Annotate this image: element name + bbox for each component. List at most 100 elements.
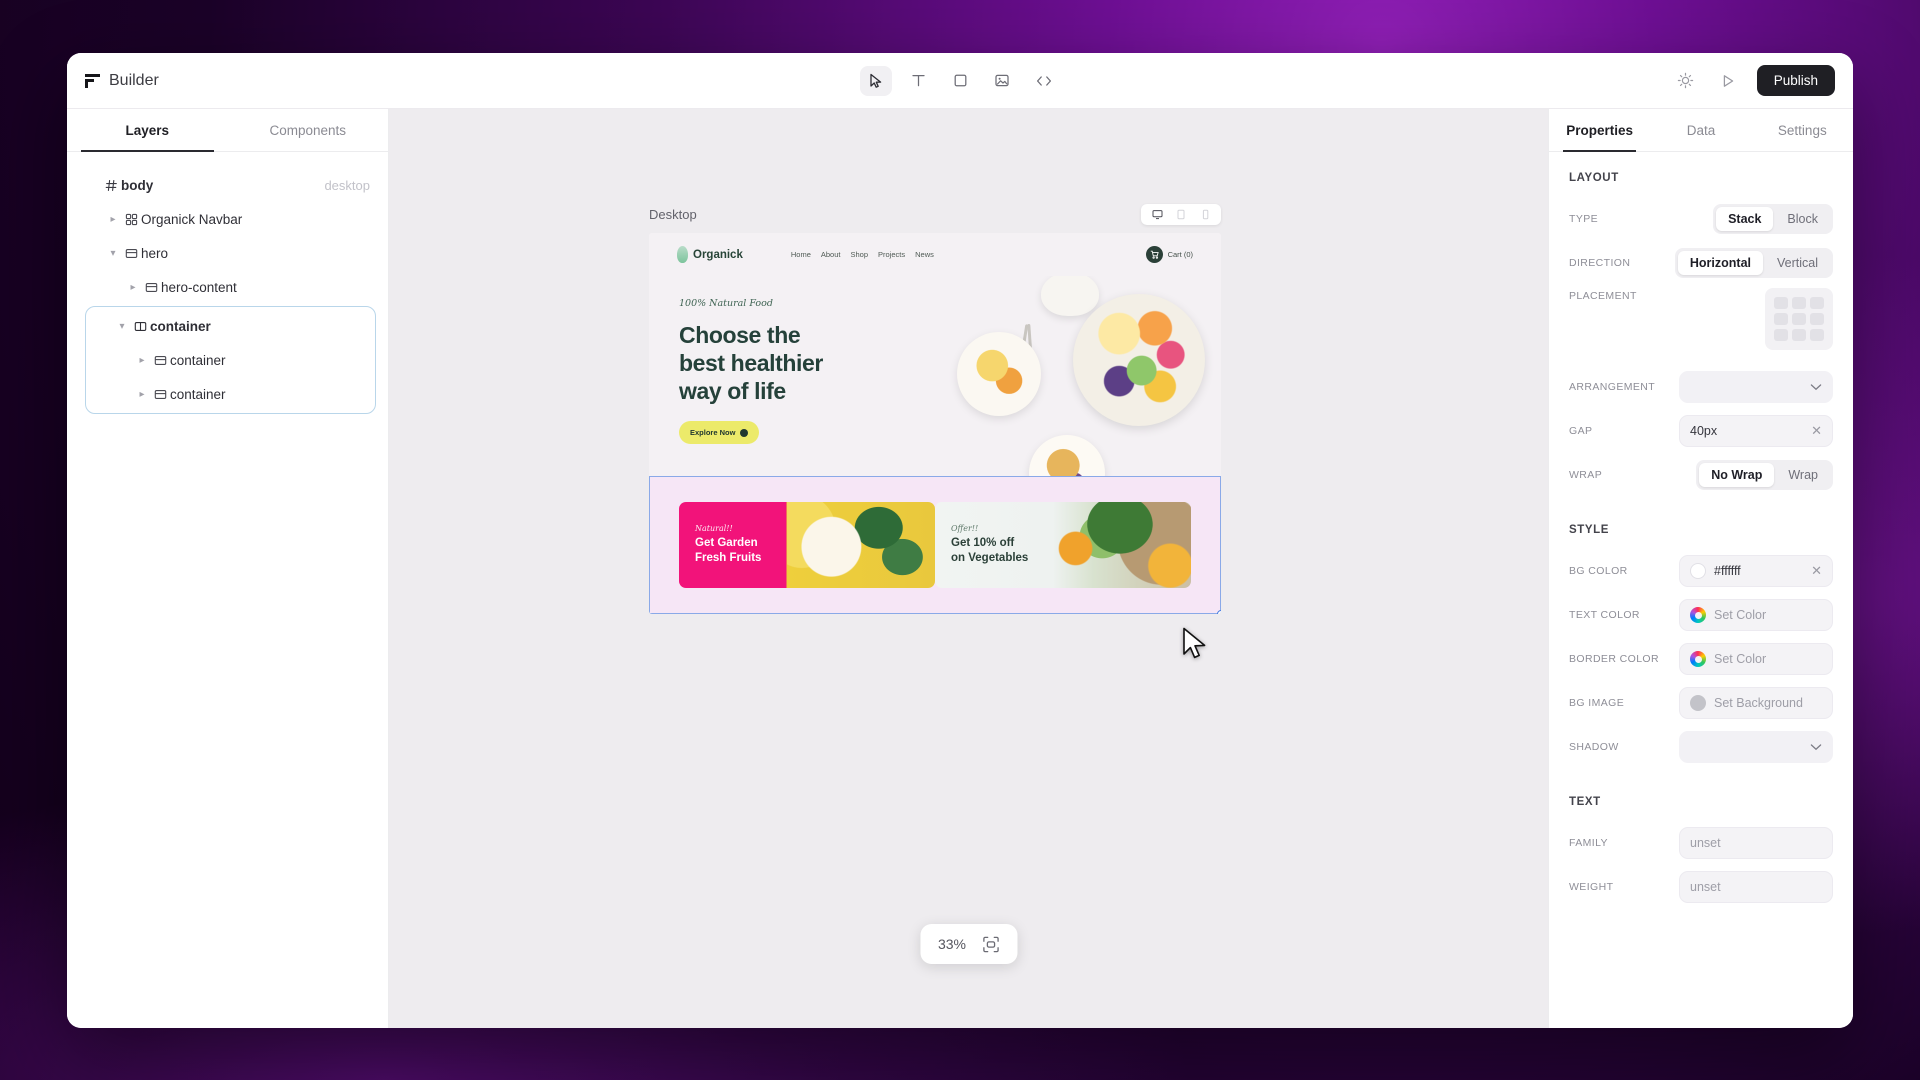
text-color-input[interactable]: Set Color	[1679, 599, 1833, 631]
image-icon	[995, 74, 1009, 87]
placement-cell[interactable]	[1774, 313, 1788, 325]
zoom-level-label[interactable]: 33%	[938, 936, 966, 952]
rectangle-tool[interactable]	[944, 66, 976, 96]
tablet-icon[interactable]	[1170, 207, 1192, 222]
nav-link-shop[interactable]: Shop	[850, 250, 868, 259]
shadow-select[interactable]	[1679, 731, 1833, 763]
placement-cell[interactable]	[1792, 297, 1806, 309]
nav-link-projects[interactable]: Projects	[878, 250, 905, 259]
layer-tree: body desktop ▸ Organick Navbar ▾ hero ▸ …	[67, 152, 388, 414]
arrangement-select[interactable]	[1679, 371, 1833, 403]
placement-cell[interactable]	[1774, 297, 1788, 309]
direction-option-horizontal[interactable]: Horizontal	[1677, 251, 1763, 275]
placement-cell[interactable]	[1810, 297, 1824, 309]
selected-container[interactable]: Natural!! Get Garden Fresh Fruits Offer!…	[649, 476, 1221, 614]
artboard[interactable]: Organick Home About Shop Projects News C…	[649, 233, 1221, 614]
font-family-input[interactable]: unset	[1679, 827, 1833, 859]
shopping-cart-icon	[1145, 246, 1163, 263]
theme-toggle-button[interactable]	[1673, 68, 1699, 94]
explore-now-button[interactable]: Explore Now	[679, 421, 760, 445]
chevron-right-icon[interactable]: ▸	[134, 389, 150, 400]
type-option-stack[interactable]: Stack	[1716, 207, 1774, 231]
bg-image-label: BG IMAGE	[1569, 697, 1625, 709]
type-option-block[interactable]: Block	[1775, 207, 1830, 231]
mouse-cursor	[1183, 627, 1206, 659]
select-tool[interactable]	[860, 65, 892, 96]
gap-input[interactable]: 40px ✕	[1679, 415, 1833, 447]
color-wheel-icon[interactable]	[1690, 651, 1706, 667]
cart-block[interactable]: Cart (0)	[1145, 246, 1193, 263]
direction-option-vertical[interactable]: Vertical	[1765, 251, 1830, 275]
text-t-icon	[911, 74, 925, 87]
tool-cluster	[860, 65, 1060, 96]
type-segmented-control: Stack Block	[1713, 204, 1833, 234]
canvas-area[interactable]: Desktop Organick Home About Shop Project…	[389, 109, 1548, 1028]
properties-scroll: LAYOUT TYPE Stack Block DIRECTION Horizo…	[1549, 152, 1853, 1028]
chevron-right-icon[interactable]: ▸	[105, 214, 121, 225]
wrap-option-no-wrap[interactable]: No Wrap	[1699, 463, 1775, 487]
layer-row-container-selected[interactable]: ▾ container	[106, 309, 375, 343]
layer-row-container-child-1[interactable]: ▸ container	[126, 343, 375, 377]
gap-label: GAP	[1569, 425, 1593, 437]
chevron-down-icon[interactable]: ▾	[114, 321, 130, 332]
tab-layers[interactable]: Layers	[67, 109, 228, 152]
chevron-right-icon[interactable]: ▸	[125, 282, 141, 293]
chevron-down-icon[interactable]: ▾	[105, 248, 121, 259]
app-body: Layers Components body desktop ▸ Organic…	[67, 109, 1853, 1028]
placement-cell[interactable]	[1792, 329, 1806, 341]
tab-data[interactable]: Data	[1650, 109, 1751, 151]
promo-vegetable-image	[1042, 502, 1191, 588]
font-weight-label: WEIGHT	[1569, 881, 1614, 893]
resize-handle-bottom-right[interactable]	[1217, 610, 1221, 614]
nav-link-home[interactable]: Home	[791, 250, 811, 259]
publish-button[interactable]: Publish	[1756, 65, 1835, 96]
tab-components[interactable]: Components	[228, 109, 389, 151]
font-weight-row: WEIGHT unset	[1569, 868, 1833, 906]
layer-row-organick-navbar[interactable]: ▸ Organick Navbar	[97, 202, 378, 236]
hero-section[interactable]: 100% Natural Food Choose the best health…	[649, 276, 1221, 476]
artboard-label: Desktop	[649, 206, 697, 222]
zoom-control: 33%	[919, 924, 1018, 964]
placement-cell[interactable]	[1792, 313, 1806, 325]
bg-color-input[interactable]: #ffffff ✕	[1679, 555, 1833, 587]
placement-cell[interactable]	[1810, 329, 1824, 341]
nav-link-news[interactable]: News	[915, 250, 934, 259]
hero-eyebrow: 100% Natural Food	[679, 298, 773, 309]
nav-link-about[interactable]: About	[821, 250, 841, 259]
image-swatch-icon[interactable]	[1690, 695, 1706, 711]
placement-cell[interactable]	[1774, 329, 1788, 341]
promo-card-vegetables[interactable]: Offer!! Get 10% off on Vegetables	[935, 502, 1191, 588]
border-color-row: BORDER COLOR Set Color	[1569, 640, 1833, 678]
clear-bg-color-icon[interactable]: ✕	[1811, 563, 1822, 579]
promo-card-fruits[interactable]: Natural!! Get Garden Fresh Fruits	[679, 502, 935, 588]
wrap-option-wrap[interactable]: Wrap	[1776, 463, 1830, 487]
image-tool[interactable]	[986, 66, 1018, 96]
font-weight-input[interactable]: unset	[1679, 871, 1833, 903]
layer-row-hero[interactable]: ▾ hero	[97, 236, 378, 270]
hero-title: Choose the best healthier way of life	[679, 321, 869, 405]
color-wheel-icon[interactable]	[1690, 607, 1706, 623]
layer-row-container-child-2[interactable]: ▸ container	[126, 377, 375, 411]
border-color-input[interactable]: Set Color	[1679, 643, 1833, 675]
placement-grid[interactable]	[1765, 288, 1833, 350]
placement-cell[interactable]	[1810, 313, 1824, 325]
device-toggle[interactable]	[1141, 203, 1221, 225]
layer-row-body[interactable]: body desktop	[77, 168, 378, 202]
text-tool[interactable]	[902, 66, 934, 96]
chevron-right-icon[interactable]: ▸	[134, 355, 150, 366]
hero-content[interactable]: 100% Natural Food Choose the best health…	[649, 276, 869, 476]
clear-gap-icon[interactable]: ✕	[1811, 423, 1822, 439]
code-tool[interactable]	[1028, 66, 1060, 96]
mobile-icon[interactable]	[1194, 207, 1216, 222]
monitor-icon[interactable]	[1146, 207, 1168, 222]
bg-image-input[interactable]: Set Background	[1679, 687, 1833, 719]
site-navbar[interactable]: Organick Home About Shop Projects News C…	[649, 233, 1221, 276]
site-logo[interactable]: Organick	[677, 246, 743, 263]
layer-row-hero-content[interactable]: ▸ hero-content	[117, 270, 378, 304]
preview-button[interactable]	[1715, 68, 1741, 94]
color-swatch[interactable]	[1690, 563, 1706, 579]
fit-to-screen-icon[interactable]	[982, 936, 999, 953]
explore-now-label: Explore Now	[690, 428, 736, 438]
tab-settings[interactable]: Settings	[1752, 109, 1853, 151]
tab-properties[interactable]: Properties	[1549, 109, 1650, 152]
